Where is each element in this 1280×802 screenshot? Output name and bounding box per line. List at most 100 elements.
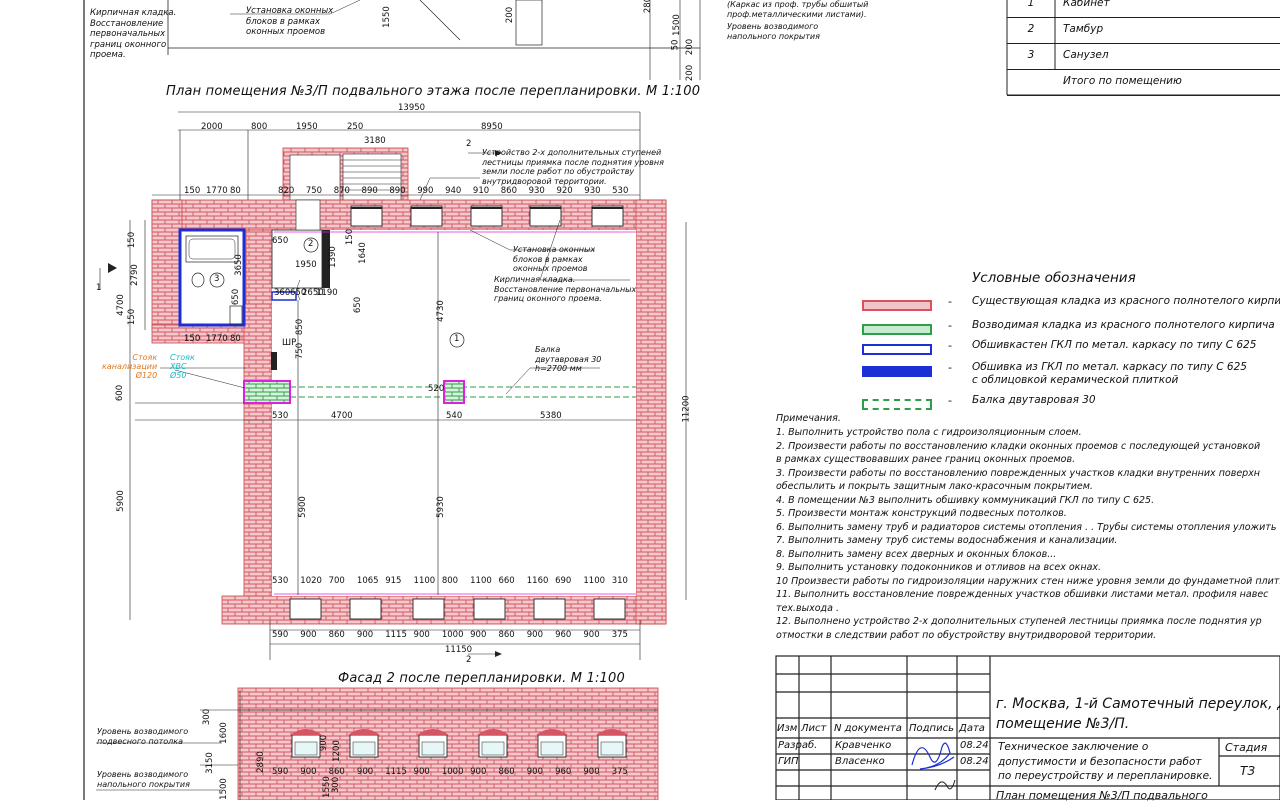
legend-text: Существующая кладка из красного полнотел…	[972, 295, 1280, 308]
dim: 690	[555, 576, 572, 586]
dim: 960	[555, 767, 572, 777]
section-mark: 2	[466, 139, 472, 149]
rooms-table-row: 2 Тамбур	[1007, 17, 1280, 44]
dim: 870	[333, 186, 350, 196]
legend-line: Обшивка из ГКЛ по метал. каркасу по типу…	[972, 361, 1247, 373]
note-line: 2. Произвести работы по восстановлению к…	[776, 440, 1261, 452]
dim: 540	[446, 411, 463, 421]
note-line: отмостки в следствии работ по обустройст…	[776, 629, 1157, 641]
room-mark-1: 1	[454, 334, 460, 344]
dim: 860	[328, 767, 345, 777]
dim: 1640	[357, 242, 368, 264]
dim: 1190	[316, 288, 338, 298]
dim: 890	[389, 186, 406, 196]
dim: 590	[272, 630, 289, 640]
room-mark-2: 2	[308, 239, 314, 249]
stamp-header-cell: Дата	[959, 723, 985, 734]
facade-dim: 900	[319, 734, 330, 752]
dim: 800	[251, 122, 268, 132]
dim-left: 4700	[115, 294, 126, 316]
dim-left: 5900	[115, 490, 126, 512]
dim: 650	[353, 296, 364, 314]
dim: 960	[555, 630, 572, 640]
dim: 1390	[327, 246, 338, 268]
room-number: 1	[1027, 0, 1035, 9]
dim: 900	[356, 630, 374, 640]
dim: 80	[230, 334, 241, 344]
legend-swatch	[862, 399, 932, 410]
legend-text: Возводимая кладка из красного полнотелог…	[972, 319, 1275, 332]
stamp-date: 08.24	[960, 756, 989, 767]
dim-bottom-total: 11150	[445, 645, 473, 655]
note-line: 6. Выполнить замену труб и радиаторов си…	[776, 521, 1277, 533]
legend-dash: -	[948, 319, 952, 332]
dim: 900	[356, 767, 374, 777]
legend-dash: -	[948, 394, 952, 407]
dim: 250	[347, 122, 364, 132]
facade-floor-label: Уровень возводимого напольного покрытия	[97, 770, 190, 789]
room-name: Санузел	[1063, 49, 1109, 61]
room-number: 2	[1027, 23, 1035, 35]
facade-dim: 1500	[218, 778, 229, 800]
dim: 910	[472, 186, 490, 196]
legend-swatch	[862, 344, 932, 355]
dim: 860	[498, 630, 515, 640]
room-name: Тамбур	[1063, 23, 1104, 35]
dim: 4700	[331, 411, 353, 421]
dim: 1000	[441, 630, 464, 640]
dim: 530	[272, 576, 289, 586]
dim: 8950	[481, 122, 503, 132]
stamp-date: 08.24	[960, 740, 989, 751]
dim: 1100	[413, 576, 436, 586]
dim: 750	[295, 342, 306, 360]
dim: 1000	[441, 767, 464, 777]
dim: 1115	[385, 767, 407, 777]
legend-line: Возводимая кладка из красного полнотелог…	[972, 319, 1275, 331]
facade-dim: 2890	[255, 751, 266, 773]
dim: 150	[184, 186, 201, 196]
dim: 5900	[297, 496, 308, 518]
dim: 900	[300, 630, 317, 640]
stamp-header-cell: Изм	[777, 723, 798, 734]
stamp-doc-title: Техническое заключение о допустимости и б…	[998, 741, 1213, 782]
note-line: 3. Произвести работы по восстановлению п…	[776, 467, 1261, 479]
room-mark-3: 3	[214, 274, 220, 284]
dim: 1065	[356, 576, 379, 586]
note-line: 12. Выполнено устройство 2-х дополнитель…	[776, 616, 1262, 627]
legend-item: - Балка двутавровая 30	[862, 394, 1280, 414]
legend-swatch	[862, 300, 932, 311]
note-line: 11. Выполнить восстановление поврежденны…	[776, 589, 1269, 600]
dim: 990	[417, 186, 434, 196]
top-dim: 1550	[381, 6, 392, 28]
dim: 930	[528, 186, 545, 196]
dim: 860	[328, 630, 345, 640]
dim: 360	[274, 288, 291, 298]
dim: 310	[611, 576, 628, 586]
room-number: 3	[1027, 49, 1035, 61]
stamp-header-cell: Лист	[801, 723, 827, 734]
beam-note: Балка двутавровая 30 h=2700 мм	[535, 345, 602, 373]
dim: 80	[230, 186, 241, 196]
dim: 920	[556, 186, 573, 196]
dim: 890	[361, 186, 378, 196]
stamp-stage-label: Стадия	[1225, 741, 1268, 754]
dim: 660	[498, 576, 515, 586]
dim: 900	[526, 767, 543, 777]
stamp-name: Кравченко	[835, 740, 892, 751]
note-line: 9. Выполнить установку подоконников и от…	[776, 562, 1102, 573]
facade-title: Фасад 2 после перепланировки. М 1:100	[338, 671, 625, 686]
legend-line: Существующая кладка из красного полнотел…	[972, 295, 1280, 307]
facade-dim: 3150	[204, 752, 215, 774]
facade-dim: 300	[202, 708, 213, 726]
dim: 650	[272, 236, 289, 246]
top-dim: 50	[670, 39, 681, 51]
dim: 375	[611, 767, 628, 777]
dim: 750	[305, 186, 323, 196]
dim-left: 150	[127, 308, 138, 326]
rooms-table-row: 1 Кабинет	[1007, 0, 1280, 18]
dim: 1020	[300, 576, 322, 586]
note-line: тех.выхода .	[776, 602, 839, 614]
note-line: обеспылить и покрыть защитным лако-красо…	[776, 481, 1093, 492]
shr-label: ШР	[282, 338, 297, 348]
facade-dim: 300	[331, 776, 342, 794]
